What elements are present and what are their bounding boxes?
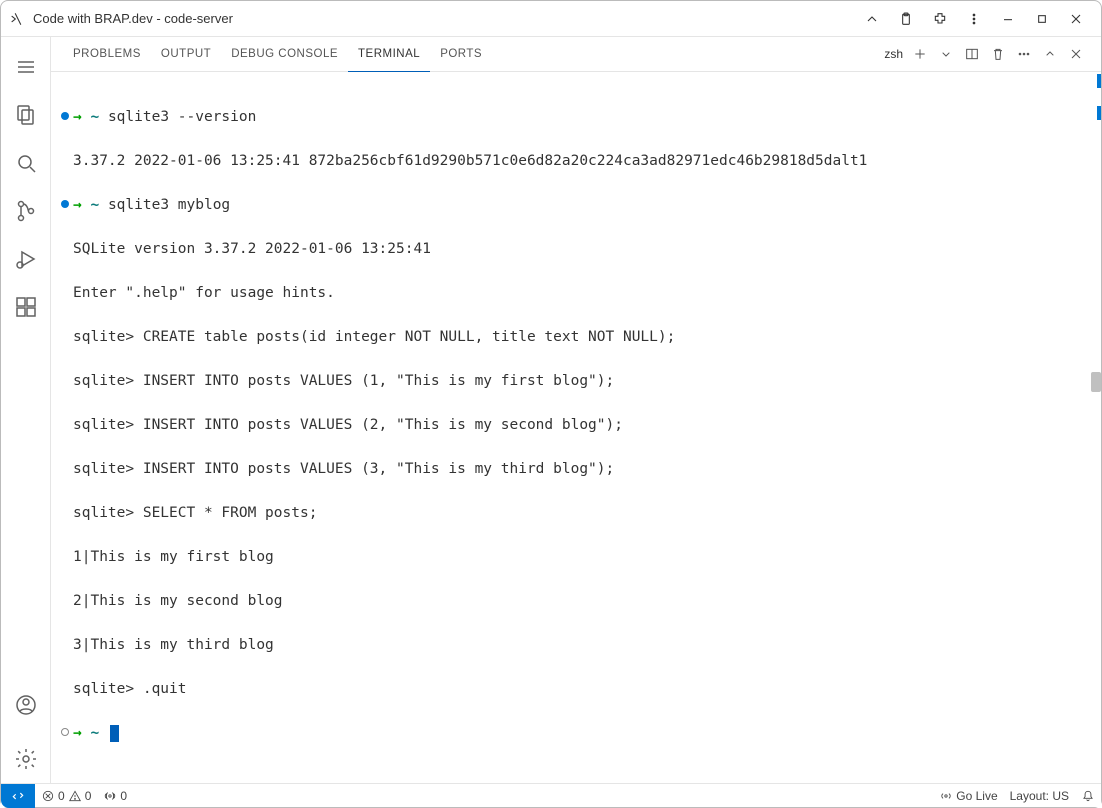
terminal-output: 2|This is my second blog bbox=[73, 590, 283, 612]
success-dot-icon bbox=[61, 112, 69, 120]
success-dot-icon bbox=[61, 200, 69, 208]
terminal-command: sqlite3 myblog bbox=[108, 197, 230, 213]
panel-close-icon[interactable] bbox=[1063, 41, 1089, 67]
terminal-output: sqlite> INSERT INTO posts VALUES (2, "Th… bbox=[73, 414, 623, 436]
search-icon[interactable] bbox=[2, 139, 50, 187]
split-terminal-icon[interactable] bbox=[959, 41, 985, 67]
tab-debug-console[interactable]: DEBUG CONSOLE bbox=[221, 37, 348, 72]
run-debug-icon[interactable] bbox=[2, 235, 50, 283]
terminal-output: sqlite> SELECT * FROM posts; bbox=[73, 502, 317, 524]
status-bar: 0 0 0 Go Live Layout: US bbox=[1, 783, 1101, 807]
panel-tabs: PROBLEMS OUTPUT DEBUG CONSOLE TERMINAL P… bbox=[51, 37, 1101, 72]
accounts-icon[interactable] bbox=[2, 681, 50, 729]
tab-output[interactable]: OUTPUT bbox=[151, 37, 221, 72]
terminal-output: sqlite> CREATE table posts(id integer NO… bbox=[73, 326, 675, 348]
terminal-output: 1|This is my first blog bbox=[73, 546, 274, 568]
clipboard-icon[interactable] bbox=[889, 5, 923, 33]
terminal-output: 3.37.2 2022-01-06 13:25:41 872ba256cbf61… bbox=[73, 150, 867, 172]
maximize-button[interactable] bbox=[1025, 5, 1059, 33]
more-actions-icon[interactable] bbox=[1011, 41, 1037, 67]
tab-ports[interactable]: PORTS bbox=[430, 37, 492, 72]
more-icon[interactable] bbox=[957, 5, 991, 33]
terminal-view[interactable]: → ~ sqlite3 --version 3.37.2 2022-01-06 … bbox=[51, 72, 1101, 783]
shell-name: zsh bbox=[884, 47, 903, 61]
extensions-icon[interactable] bbox=[2, 283, 50, 331]
title-bar: Code with BRAP.dev - code-server bbox=[1, 1, 1101, 37]
status-layout[interactable]: Layout: US bbox=[1004, 784, 1075, 808]
terminal-cursor bbox=[110, 725, 119, 742]
panel-maximize-icon[interactable] bbox=[1037, 41, 1063, 67]
source-control-icon[interactable] bbox=[2, 187, 50, 235]
terminal-output: sqlite> INSERT INTO posts VALUES (1, "Th… bbox=[73, 370, 614, 392]
explorer-icon[interactable] bbox=[2, 91, 50, 139]
tab-problems[interactable]: PROBLEMS bbox=[63, 37, 151, 72]
pending-dot-icon bbox=[61, 728, 69, 736]
new-terminal-button[interactable] bbox=[907, 41, 933, 67]
chevron-up-icon[interactable] bbox=[855, 5, 889, 33]
terminal-command: sqlite3 --version bbox=[108, 109, 256, 125]
terminal-output: sqlite> .quit bbox=[73, 678, 187, 700]
window-title: Code with BRAP.dev - code-server bbox=[33, 11, 233, 26]
scrollbar-thumb[interactable] bbox=[1091, 372, 1101, 392]
status-notifications-icon[interactable] bbox=[1075, 784, 1101, 808]
extension-icon[interactable] bbox=[923, 5, 957, 33]
terminal-output: sqlite> INSERT INTO posts VALUES (3, "Th… bbox=[73, 458, 614, 480]
terminal-output: SQLite version 3.37.2 2022-01-06 13:25:4… bbox=[73, 238, 431, 260]
terminal-dropdown-icon[interactable] bbox=[933, 41, 959, 67]
vscode-icon bbox=[9, 10, 27, 28]
tab-terminal[interactable]: TERMINAL bbox=[348, 37, 430, 72]
terminal-shell-selector[interactable]: zsh bbox=[876, 47, 907, 61]
app-window: Code with BRAP.dev - code-server PROBLEM… bbox=[0, 0, 1102, 808]
close-button[interactable] bbox=[1059, 5, 1093, 33]
activity-bar bbox=[1, 37, 51, 783]
menu-icon[interactable] bbox=[2, 43, 50, 91]
terminal-output: 3|This is my third blog bbox=[73, 634, 274, 656]
status-ports[interactable]: 0 bbox=[97, 784, 133, 808]
status-go-live[interactable]: Go Live bbox=[933, 784, 1003, 808]
status-problems[interactable]: 0 0 bbox=[35, 784, 97, 808]
kill-terminal-icon[interactable] bbox=[985, 41, 1011, 67]
settings-gear-icon[interactable] bbox=[2, 735, 50, 783]
remote-indicator[interactable] bbox=[1, 784, 35, 808]
terminal-output: Enter ".help" for usage hints. bbox=[73, 282, 335, 304]
minimize-button[interactable] bbox=[991, 5, 1025, 33]
panel: PROBLEMS OUTPUT DEBUG CONSOLE TERMINAL P… bbox=[51, 37, 1101, 783]
